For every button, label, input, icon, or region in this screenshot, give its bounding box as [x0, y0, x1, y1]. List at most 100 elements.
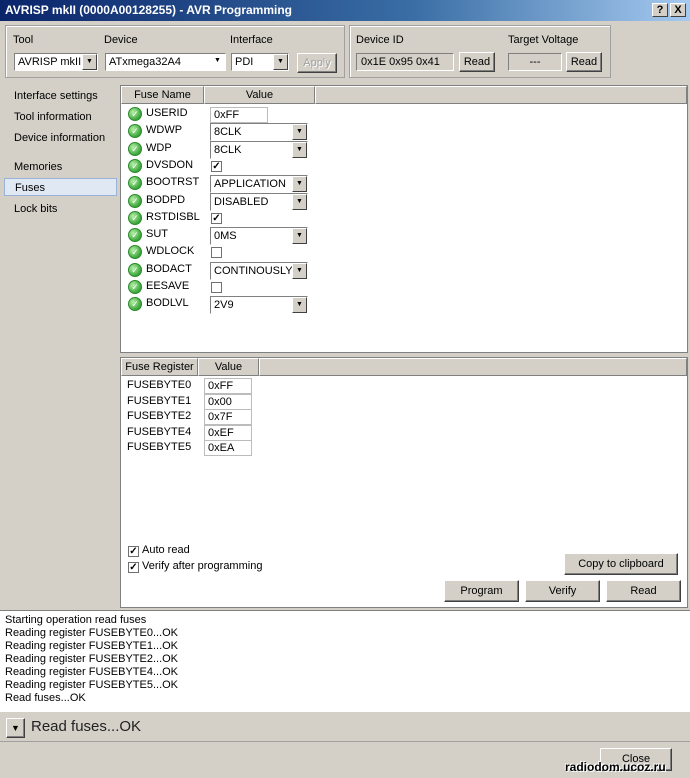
chevron-down-icon: ▼: [11, 723, 20, 733]
verify-button[interactable]: Verify: [525, 580, 600, 602]
nav-memories[interactable]: Memories: [4, 158, 117, 176]
fuse-name: BOOTRST: [146, 176, 200, 189]
tool-label: Tool: [13, 34, 34, 46]
tool-device-group: Tool AVRISP mkII ▼ Device ATxmega32A4 ▼ …: [5, 25, 345, 78]
fuse-select[interactable]: CONTINOUSLY ▼: [210, 261, 308, 280]
close-window-button[interactable]: X: [670, 3, 686, 17]
chevron-down-icon: ▼: [292, 193, 307, 210]
fuse-name: DVSDON: [146, 158, 194, 171]
status-ok-icon: ✓: [128, 193, 142, 208]
voltage-field: ---: [508, 53, 562, 71]
register-name: FUSEBYTE4: [127, 425, 192, 438]
title-bar: AVRISP mkII (0000A00128255) - AVR Progra…: [0, 0, 690, 21]
apply-button[interactable]: Apply: [297, 53, 337, 73]
copy-to-clipboard-button[interactable]: Copy to clipboard: [564, 553, 678, 575]
fuse-name: EESAVE: [146, 280, 190, 292]
register-name: FUSEBYTE5: [127, 441, 192, 454]
auto-read-label: Auto read: [142, 544, 190, 556]
fuse-checkbox[interactable]: [211, 247, 222, 259]
register-name: FUSEBYTE2: [127, 410, 192, 423]
status-ok-icon: ✓: [128, 297, 142, 312]
fuse-name: WDWP: [146, 124, 183, 137]
register-value-input[interactable]: 0xEA: [204, 440, 252, 457]
status-ok-icon: ✓: [128, 280, 142, 294]
chevron-down-icon: ▼: [292, 124, 307, 141]
fuse-select[interactable]: APPLICATION ▼: [210, 175, 308, 194]
register-value-input[interactable]: 0x7F: [204, 409, 252, 426]
status-ok-icon: ✓: [128, 228, 142, 243]
log-line: Read fuses...OK: [5, 692, 86, 704]
header-filler: [259, 358, 687, 376]
chevron-down-icon: ▼: [292, 176, 307, 193]
device-id-read-button[interactable]: Read: [459, 52, 495, 72]
fuse-name-header[interactable]: Fuse Name: [121, 86, 204, 104]
status-text: Read fuses...OK: [31, 718, 142, 735]
register-name: FUSEBYTE0: [127, 379, 192, 391]
device-id-field: 0x1E 0x95 0x41: [356, 53, 454, 71]
auto-read-checkbox[interactable]: ✓: [128, 546, 139, 557]
footer: Close radiodom.ucoz.ru: [0, 741, 690, 778]
chevron-down-icon: ▼: [273, 54, 288, 70]
verify-after-label: Verify after programming: [142, 560, 263, 572]
fuse-select[interactable]: 8CLK ▼: [210, 123, 308, 142]
chevron-down-icon: ▼: [292, 228, 307, 245]
fuse-name: WDP: [146, 141, 172, 154]
fuse-select[interactable]: 8CLK ▼: [210, 140, 308, 159]
register-name: FUSEBYTE1: [127, 394, 192, 407]
status-bar: ▼ Read fuses...OK: [0, 711, 690, 742]
interface-select[interactable]: PDI ▼: [231, 53, 289, 71]
chevron-down-icon: ▼: [292, 297, 307, 314]
nav-interface-settings[interactable]: Interface settings: [4, 87, 117, 105]
verify-after-checkbox[interactable]: ✓: [128, 562, 139, 573]
status-ok-icon: ✓: [128, 107, 142, 121]
device-id-label: Device ID: [356, 34, 404, 46]
status-ok-icon: ✓: [128, 245, 142, 260]
log-line: Reading register FUSEBYTE1...OK: [5, 640, 179, 652]
register-value-header[interactable]: Value: [198, 358, 259, 376]
nav-tool-information[interactable]: Tool information: [4, 108, 117, 126]
fuse-checkbox[interactable]: ✓: [211, 212, 222, 224]
log-line: Reading register FUSEBYTE5...OK: [5, 679, 179, 691]
log-line: Reading register FUSEBYTE0...OK: [5, 627, 179, 639]
log-area: Starting operation read fuses Reading reg…: [0, 610, 690, 711]
status-ok-icon: ✓: [128, 158, 142, 173]
header-filler: [315, 86, 687, 104]
fuse-name: BODACT: [146, 262, 192, 275]
fuse-name: WDLOCK: [146, 245, 195, 258]
read-button[interactable]: Read: [606, 580, 681, 602]
fuse-text-input[interactable]: 0xFF: [210, 107, 268, 123]
register-value-input[interactable]: 0xEF: [204, 424, 252, 441]
chevron-down-icon: ▼: [82, 54, 97, 70]
register-value-input[interactable]: 0xFF: [204, 378, 252, 394]
tool-select[interactable]: AVRISP mkII ▼: [14, 53, 98, 71]
program-button[interactable]: Program: [444, 580, 519, 602]
chevron-down-icon: ▼: [292, 262, 307, 279]
device-select[interactable]: ATxmega32A4 ▼: [105, 53, 226, 71]
log-line: Reading register FUSEBYTE4...OK: [5, 666, 179, 678]
voltage-label: Target Voltage: [508, 34, 579, 46]
nav-fuses[interactable]: Fuses: [4, 178, 117, 196]
help-button[interactable]: ?: [652, 3, 668, 17]
log-line: Starting operation read fuses: [5, 614, 147, 626]
fuse-value-header[interactable]: Value: [204, 86, 315, 104]
fuse-select[interactable]: 2V9 ▼: [210, 296, 308, 315]
interface-label: Interface: [230, 34, 273, 46]
fuse-name: BODPD: [146, 193, 186, 206]
window-title: AVRISP mkII (0000A00128255) - AVR Progra…: [5, 3, 293, 17]
nav-device-information[interactable]: Device information: [4, 129, 117, 147]
expand-log-button[interactable]: ▼: [6, 718, 25, 738]
voltage-read-button[interactable]: Read: [566, 52, 602, 72]
status-ok-icon: ✓: [128, 210, 142, 225]
chevron-down-icon: ▼: [210, 54, 225, 70]
fuse-checkbox[interactable]: [211, 282, 222, 293]
fuse-select[interactable]: 0MS ▼: [210, 227, 308, 246]
device-label: Device: [104, 34, 138, 46]
register-panel: Fuse Register Value FUSEBYTE0 0xFF FUSEBYT…: [120, 357, 688, 608]
fuse-select[interactable]: DISABLED ▼: [210, 192, 308, 211]
fuse-name: USERID: [146, 107, 188, 119]
fuse-checkbox[interactable]: ✓: [211, 160, 222, 172]
register-value-input[interactable]: 0x00: [204, 393, 252, 410]
register-name-header[interactable]: Fuse Register: [121, 358, 198, 376]
status-ok-icon: ✓: [128, 176, 142, 191]
nav-lock-bits[interactable]: Lock bits: [4, 200, 117, 218]
